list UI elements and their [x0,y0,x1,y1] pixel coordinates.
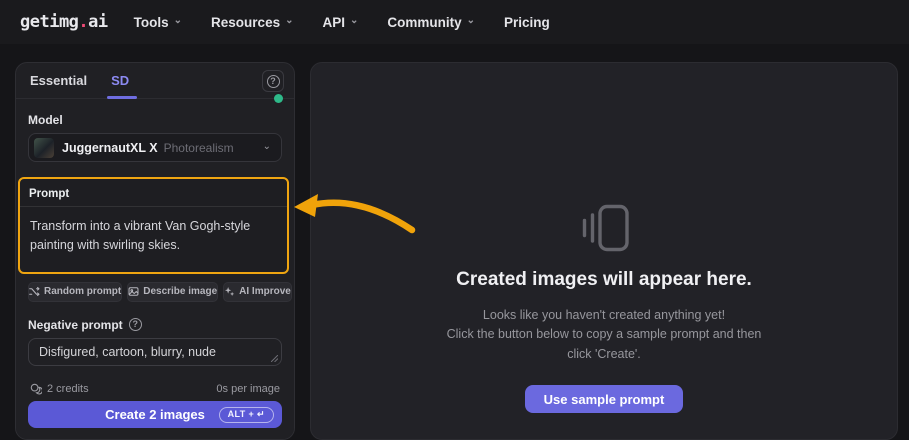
prompt-highlight-annotation: Prompt Transform into a vibrant Van Gogh… [18,94,289,274]
prompt-label: Prompt [29,188,70,200]
random-prompt-label: Random prompt [44,286,122,298]
logo-prefix: getimg [20,12,79,32]
sparkles-icon [225,287,235,297]
empty-state-line: Click the button below to copy a sample … [446,327,762,342]
nav-item-label: API [322,14,345,30]
negative-prompt-value: Disfigured, cartoon, blurry, nude [39,344,216,359]
credits-count: 2 credits [47,383,89,395]
top-navbar: getimg.ai Tools ⌄ Resources ⌄ API ⌄ Comm… [0,0,909,44]
help-icon: ? [266,74,280,88]
prompt-action-buttons: Random prompt Describe image AI Improve [28,281,292,302]
tab-sd[interactable]: SD [107,73,138,99]
prompt-textarea[interactable]: Transform into a vibrant Van Gogh-style … [20,207,287,272]
tab-essential[interactable]: Essential [30,73,87,88]
use-sample-prompt-button[interactable]: Use sample prompt [524,385,684,414]
keyboard-shortcut-badge: ALT + ↵ [218,406,274,423]
create-images-button[interactable]: Create 2 images ALT + ↵ [28,401,282,428]
negative-prompt-input[interactable]: Disfigured, cartoon, blurry, nude [28,337,282,366]
create-button-label: Create 2 images [105,407,205,422]
ai-improve-button[interactable]: AI Improve [223,281,292,302]
ai-improve-label: AI Improve [239,286,291,298]
settings-tabs: Essential SD ? [16,63,294,99]
nav-item-label: Resources [211,14,281,30]
prompt-label-row: Prompt [20,179,287,207]
chevron-down-icon: ⌄ [466,15,476,26]
panel-help-button[interactable]: ? [262,70,284,92]
nav-item-tools[interactable]: Tools ⌄ [134,15,182,30]
model-section: Model JuggernautXL X Photorealism ⌄ [28,113,282,162]
describe-image-label: Describe image [143,286,218,298]
nav-item-community[interactable]: Community ⌄ [387,15,475,30]
empty-state-line: Looks like you haven't created anything … [482,308,726,322]
active-tab-underline [107,96,138,99]
chevron-down-icon: ⌄ [173,15,183,26]
nav-item-label: Tools [133,14,169,30]
model-tag: Photorealism [163,140,234,155]
empty-state-description: Looks like you haven't created anything … [447,306,762,364]
empty-state-line: click 'Create'. [567,346,641,361]
chevron-down-icon: ⌄ [285,15,294,26]
describe-image-button[interactable]: Describe image [127,281,219,302]
chevron-down-icon: ⌄ [262,140,271,152]
credits-info: 2 credits [30,383,89,395]
help-icon[interactable]: ? [128,318,142,332]
model-name: JuggernautXL X [62,140,158,155]
nav-item-pricing[interactable]: Pricing [504,15,550,30]
model-select[interactable]: JuggernautXL X Photorealism ⌄ [28,133,282,162]
coins-icon [30,383,42,395]
results-canvas: Created images will appear here. Looks l… [310,62,898,440]
chevron-down-icon: ⌄ [350,15,359,26]
negative-prompt-section: Negative prompt ? Disfigured, cartoon, b… [28,318,282,366]
credits-row: 2 credits 0s per image [28,383,282,401]
nav-menu: Tools ⌄ Resources ⌄ API ⌄ Community ⌄ Pr… [134,15,550,30]
shuffle-icon [29,287,40,297]
empty-state-title: Created images will appear here. [456,269,752,290]
model-label: Model [28,113,63,127]
logo-dot: . [78,12,89,32]
generation-settings-panel: Essential SD ? Model JuggernautXL X Phot… [15,62,295,440]
image-icon [128,287,139,297]
negative-prompt-label: Negative prompt [28,317,123,332]
nav-item-label: Community [387,14,462,30]
random-prompt-button[interactable]: Random prompt [28,281,123,302]
resize-handle[interactable] [271,354,278,362]
tab-sd-label: SD [111,73,130,88]
logo-suffix: ai [88,12,108,32]
image-stack-icon [582,204,629,252]
panel-footer: 2 credits 0s per image Create 2 images A… [16,378,294,439]
logo[interactable]: getimg.ai [20,12,108,32]
nav-item-api[interactable]: API ⌄ [322,15,358,30]
nav-item-resources[interactable]: Resources ⌄ [211,15,293,30]
negative-prompt-label-row: Negative prompt ? [28,318,282,332]
nav-item-label: Pricing [504,14,550,30]
model-thumbnail [34,137,54,158]
time-per-image: 0s per image [216,383,280,395]
